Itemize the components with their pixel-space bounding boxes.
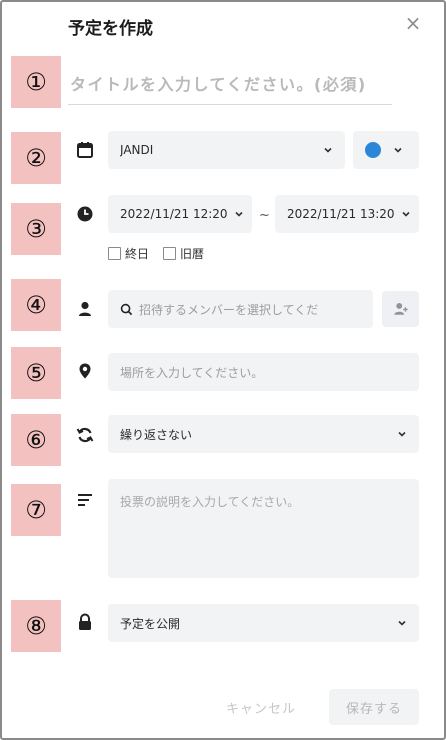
- start-datetime-select[interactable]: 2022/11/21 12:20: [108, 195, 252, 233]
- visibility-select-value: 予定を公開: [120, 616, 181, 631]
- chevron-down-icon: [402, 211, 410, 217]
- repeat-icon: [76, 427, 94, 443]
- person-icon: [79, 301, 91, 316]
- close-icon[interactable]: ×: [402, 12, 424, 34]
- chevron-down-icon: [235, 211, 243, 217]
- date-options: 終日 旧暦: [108, 245, 204, 262]
- calendar-select-value: JANDI: [120, 143, 154, 157]
- chevron-down-icon: [324, 147, 332, 153]
- add-member-button[interactable]: [382, 291, 419, 327]
- location-placeholder: 場所を入力してください。: [120, 365, 264, 380]
- save-button[interactable]: 保存する: [329, 689, 419, 725]
- lunar-checkbox-box[interactable]: [163, 247, 177, 260]
- chevron-down-icon: [394, 147, 402, 153]
- search-icon: [120, 303, 133, 315]
- step-marker-1: ①: [11, 56, 61, 108]
- chevron-down-icon: [398, 431, 406, 437]
- cancel-button[interactable]: キャンセル: [226, 698, 296, 717]
- member-search-placeholder: 招待するメンバーを選択してくだ: [139, 302, 319, 317]
- visibility-select[interactable]: 予定を公開: [108, 604, 419, 642]
- date-range-separator: ~: [259, 208, 270, 223]
- step-marker-7: ⑦: [11, 484, 61, 536]
- clock-icon: [77, 206, 93, 222]
- end-datetime-select[interactable]: 2022/11/21 13:20: [275, 195, 419, 233]
- all-day-label: 終日: [125, 247, 150, 261]
- add-person-icon: [393, 302, 408, 315]
- repeat-select[interactable]: 繰り返さない: [108, 415, 419, 453]
- step-marker-3: ③: [11, 203, 61, 255]
- color-dot: [365, 142, 381, 158]
- chevron-down-icon: [398, 620, 406, 626]
- step-marker-8: ⑧: [11, 600, 61, 652]
- calendar-color-select[interactable]: [353, 131, 419, 169]
- lock-icon: [79, 613, 91, 630]
- calendar-select[interactable]: JANDI: [108, 131, 345, 169]
- step-marker-5: ⑤: [11, 347, 61, 399]
- create-event-dialog: 予定を作成 × ① ② ③ ④ ⑤ ⑥ ⑦ ⑧ JANDI 2022/11/21…: [0, 0, 446, 740]
- start-datetime-value: 2022/11/21 12:20: [120, 207, 228, 221]
- event-title-input[interactable]: [68, 64, 392, 105]
- end-datetime-value: 2022/11/21 13:20: [287, 207, 395, 221]
- dialog-title: 予定を作成: [68, 19, 153, 39]
- description-textarea[interactable]: 投票の説明を入力してください。: [108, 479, 419, 578]
- location-input[interactable]: 場所を入力してください。: [108, 353, 419, 391]
- step-marker-4: ④: [11, 279, 61, 331]
- repeat-select-value: 繰り返さない: [120, 427, 193, 442]
- step-marker-6: ⑥: [11, 414, 61, 466]
- all-day-checkbox[interactable]: 終日: [108, 245, 149, 262]
- lunar-calendar-checkbox[interactable]: 旧暦: [163, 245, 204, 262]
- calendar-icon: [77, 142, 93, 158]
- lunar-label: 旧暦: [180, 247, 205, 261]
- location-pin-icon: [79, 363, 91, 379]
- all-day-checkbox-box[interactable]: [108, 247, 121, 260]
- step-marker-2: ②: [11, 132, 61, 184]
- text-lines-icon: [78, 494, 92, 506]
- member-search-input[interactable]: 招待するメンバーを選択してくだ: [108, 290, 373, 328]
